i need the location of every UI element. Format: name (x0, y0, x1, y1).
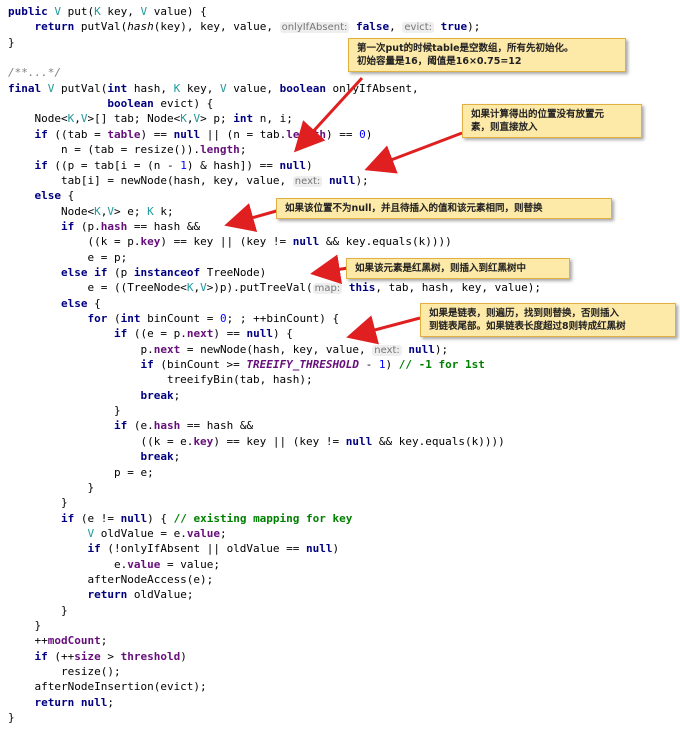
arrow-note-3 (224, 203, 281, 232)
annotation-arrows (224, 76, 463, 345)
arrow-note-1 (293, 76, 364, 153)
arrow-note-5 (346, 315, 421, 345)
arrow-note-4 (310, 254, 349, 285)
arrow-note-2 (364, 131, 463, 174)
